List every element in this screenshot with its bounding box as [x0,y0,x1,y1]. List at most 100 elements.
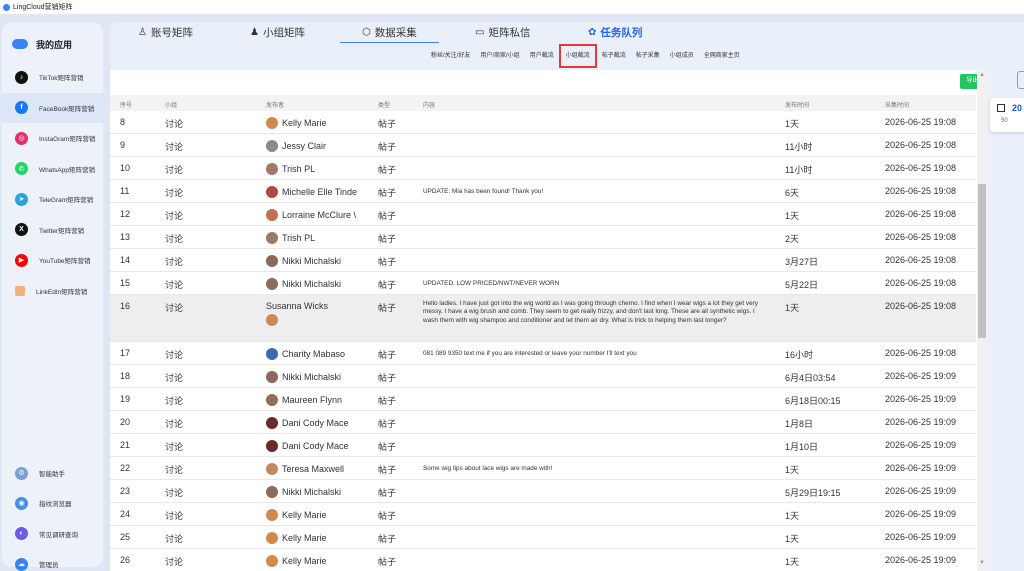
whatsapp-icon: ✆ [15,162,28,176]
table-row[interactable]: 19 讨论 Maureen Flynn 帖子 6月18日00:15 2026-06-25 … [110,388,976,411]
tab-account-matrix[interactable]: ♙ 账号矩阵 [138,25,193,40]
title-bar: LingCloud营销矩阵 [0,0,1024,14]
sidebar-item-label: Twitter矩阵营销 [39,227,85,235]
sidebar-item-6[interactable]: ▶ YouTube矩阵营销 [2,245,103,276]
cell-num: 18 [120,371,131,381]
table-row[interactable]: 26 讨论 Kelly Marie 帖子 1天 2026-06-25 19:09 [110,549,976,571]
sidebar-item-7[interactable]: LinkEdIn矩阵营销 [2,276,103,307]
cell-type: 帖子 [378,396,397,406]
sidebar-item-label: InstaGram矩阵营销 [39,136,96,144]
table-body: 8 讨论 Kelly Marie 帖子 1天 2026-06-25 19:08 9 讨论 Jes… [110,111,976,571]
table-row[interactable]: 18 讨论 Nikki Michalski 帖子 6月4日03:54 2026-06-25… [110,365,976,388]
table-row[interactable]: 23 讨论 Nikki Michalski 帖子 5月29日19:15 2026-06-2… [110,480,976,503]
cell-group: 讨论 [165,142,184,152]
subtab-4[interactable]: 帖子截流 [597,49,631,63]
table-row[interactable]: 14 讨论 Nikki Michalski 帖子 3月27日 2026-06-25 19:… [110,249,976,272]
cell-pub-time: 5月22日 [785,280,819,290]
tab-data-collection[interactable]: ⬡ 数据采集 [340,25,439,43]
publisher-name: Teresa Maxwell [282,464,345,474]
sidebar-item-4[interactable]: ➤ TeleGram矩阵营销 [2,184,103,215]
table-row[interactable]: 20 讨论 Dani Cody Mace 帖子 1月8日 2026-06-25 19:09 [110,411,976,434]
twitter-x-icon: X [15,223,28,237]
table-row[interactable]: 9 讨论 Jessy Clair 帖子 11小时 2026-06-25 19:08 [110,134,976,157]
cell-publisher: Nikki Michalski [266,371,362,383]
table-row[interactable]: 12 讨论 Lorraine McClure \ 帖子 1天 2026-06-25 19:… [110,203,976,226]
table-row[interactable]: 22 讨论 Teresa Maxwell 帖子 Some wig tips about … [110,457,976,480]
subtab-0[interactable]: 粉丝/关注/好友 [426,49,475,63]
cell-num: 10 [120,163,131,173]
cell-pub-time: 1天 [785,511,800,521]
cell-publisher: Charity Mabaso [266,348,362,360]
publisher-name: Trish PL [282,233,316,243]
sidebar-item-2[interactable]: ◎ InstaGram矩阵营销 [2,123,103,154]
sidebar-item-3[interactable]: ✆ WhatsApp矩阵营销 [2,154,103,185]
sidebar-item-5[interactable]: X Twitter矩阵营销 [2,215,103,246]
table-row[interactable]: 25 讨论 Kelly Marie 帖子 1天 2026-06-25 19:09 [110,526,976,549]
cell-pub-time: 11小时 [785,142,813,152]
header-num: 序号 [120,103,133,109]
table-row[interactable]: 8 讨论 Kelly Marie 帖子 1天 2026-06-25 19:08 [110,111,976,134]
cell-num: 23 [120,486,131,496]
chart-icon [997,104,1005,112]
cell-type: 帖子 [378,465,397,475]
cell-collect-time: 2026-06-25 19:08 [885,232,957,242]
cell-group: 讨论 [165,488,184,498]
sidebar-item-label: LinkEdIn矩阵营销 [36,288,88,296]
scroll-up-icon[interactable]: ▲ [979,72,985,78]
table-row[interactable]: 10 讨论 Trish PL 帖子 11小时 2026-06-25 19:08 [110,157,976,180]
toolbar: 导出 [110,70,987,92]
cell-group: 讨论 [165,257,184,267]
subtab-3[interactable]: 小组截流 [558,44,597,68]
table-row[interactable]: 15 讨论 Nikki Michalski 帖子 UPDATED. LOW PRICED… [110,272,976,295]
table-row[interactable]: 11 讨论 Michelle Elle Tinde 帖子 UPDATE: Mia has… [110,180,976,203]
tab-task-queue[interactable]: ✿ 任务队列 [588,25,642,40]
cell-num: 19 [120,394,131,404]
tab-group-matrix[interactable]: ♟ 小组矩阵 [250,25,305,40]
subtab-7[interactable]: 全网商家主页 [699,49,745,63]
subtab-6[interactable]: 小组成员 [665,49,699,63]
stats-card[interactable]: 20 50 [990,98,1024,132]
cell-num: 11 [120,186,130,196]
table-row[interactable]: 24 讨论 Kelly Marie 帖子 1天 2026-06-25 19:09 [110,503,976,526]
cell-publisher: Nikki Michalski [266,486,362,498]
instagram-icon: ◎ [15,131,28,145]
cell-num: 14 [120,255,131,265]
subtab-1[interactable]: 用户/商家/小组 [475,49,524,63]
sidebar-bottom-item-3[interactable]: ☁ 管理员 [2,549,103,571]
scroll-thumb[interactable] [978,184,986,338]
sidebar-item-label: 常见调研查询 [39,531,78,539]
cell-publisher: Trish PL [266,163,362,175]
table-row[interactable]: 17 讨论 Charity Mabaso 帖子 081 089 9350 text me… [110,342,976,365]
cell-type: 帖子 [378,511,397,521]
cell-type: 帖子 [378,165,397,175]
sidebar-item-1[interactable]: f FaceBook矩阵营销 [2,92,103,123]
cell-publisher: Kelly Marie [266,532,362,544]
scroll-down-icon[interactable]: ▼ [979,560,985,566]
sidebar-bottom-item-2[interactable]: ◐ 常见调研查询 [2,519,103,549]
publisher-name: Nikki Michalski [282,256,342,266]
sidebar-item-label: TikTok矩阵营销 [39,75,84,83]
panel-toggle[interactable] [1017,71,1024,89]
avatar [266,394,278,406]
subtab-2[interactable]: 用户截流 [525,49,559,63]
cell-publisher: Nikki Michalski [266,278,362,290]
youtube-icon: ▶ [15,253,28,267]
sidebar-bottom-item-1[interactable]: ◉ 指纹浏览器 [2,488,103,518]
table-row[interactable]: 21 讨论 Dani Cody Mace 帖子 1月10日 2026-06-25 19:0… [110,434,976,457]
cell-num: 20 [120,417,131,427]
publisher-name: Jessy Clair [282,141,327,151]
tab-matrix-messages[interactable]: ▭ 矩阵私信 [475,25,530,40]
cell-type: 帖子 [378,373,397,383]
cloud-icon [12,39,28,49]
cell-collect-time: 2026-06-25 19:09 [885,440,957,450]
vertical-scrollbar[interactable]: ▲ ▼ [977,70,987,571]
sidebar-item-0[interactable]: ♪ TikTok矩阵营销 [2,62,103,93]
cell-collect-time: 2026-06-25 19:09 [885,509,957,519]
cell-collect-time: 2026-06-25 19:09 [885,417,957,427]
sidebar-item-label: 智能助手 [39,471,65,479]
sidebar-bottom-item-0[interactable]: ⚙ 智能助手 [2,458,103,488]
sidebar-item-label: FaceBook矩阵营销 [39,105,95,113]
subtab-5[interactable]: 帖子采集 [631,49,665,63]
table-row[interactable]: 13 讨论 Trish PL 帖子 2天 2026-06-25 19:08 [110,226,976,249]
table-row[interactable]: 16 讨论 Susanna Wicks 帖子 Hello ladies. I have … [110,295,976,342]
